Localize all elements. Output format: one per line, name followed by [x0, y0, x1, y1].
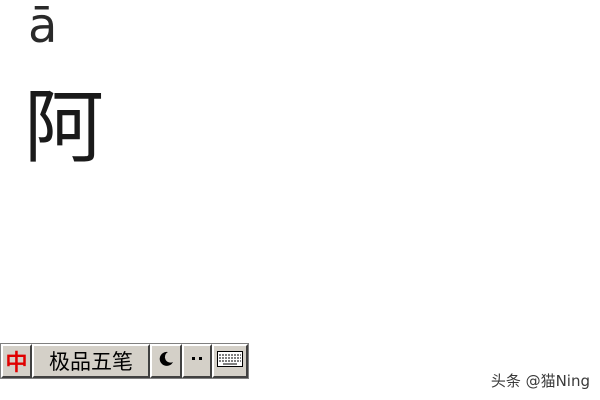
- input-method-name-button[interactable]: 极品五笔: [32, 344, 150, 378]
- punctuation-icon: [189, 352, 205, 371]
- hanzi-character: 阿: [24, 81, 104, 174]
- soft-keyboard-toggle[interactable]: [212, 344, 248, 378]
- pinyin-text: ā: [28, 0, 58, 54]
- input-method-name: 极品五笔: [49, 350, 133, 374]
- chinese-mode-toggle[interactable]: 中: [1, 344, 32, 378]
- ime-toolbar: 中 极品五笔: [0, 343, 249, 379]
- lang-indicator: 中: [5, 351, 28, 376]
- keyboard-icon: [217, 351, 243, 371]
- watermark: 头条 @猫Ning: [490, 372, 590, 390]
- half-full-width-toggle[interactable]: [150, 344, 182, 378]
- moon-icon: [157, 350, 175, 372]
- page: ā 阿 中 极品五笔 头条 @猫Ning: [0, 0, 600, 400]
- punctuation-toggle[interactable]: [182, 344, 212, 378]
